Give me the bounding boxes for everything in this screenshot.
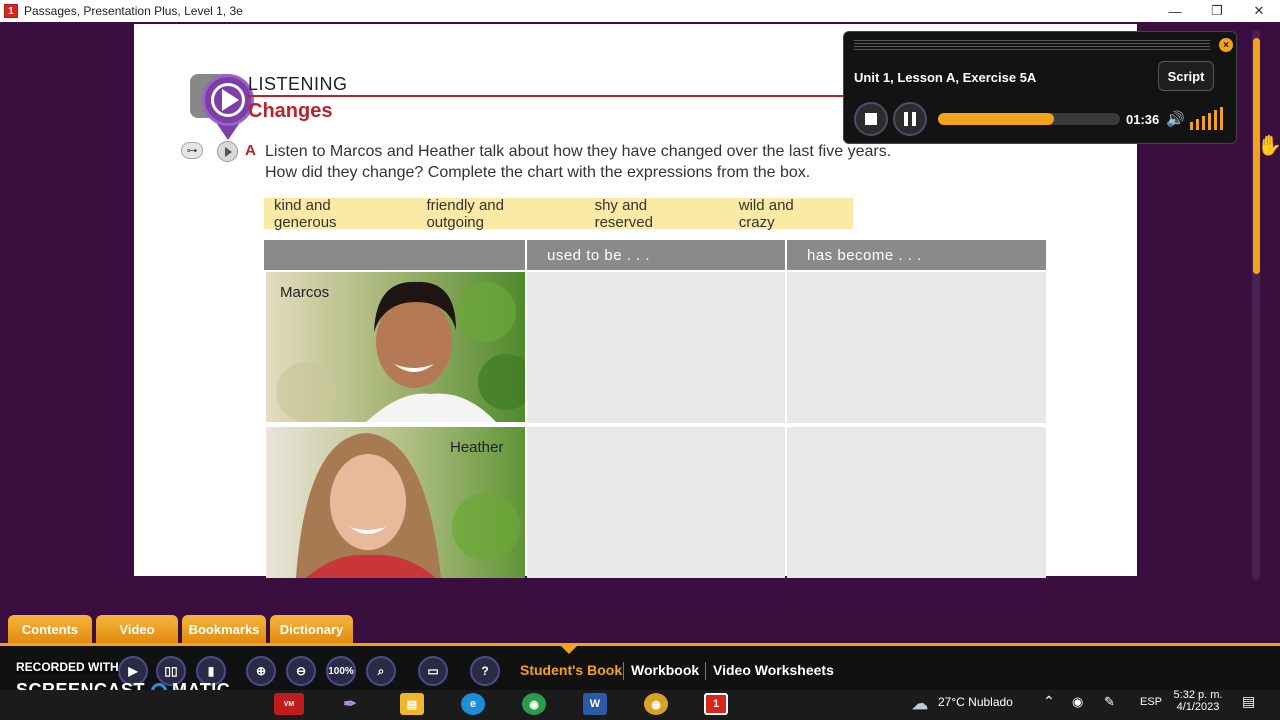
play-ring <box>211 83 245 117</box>
toolbox-icon[interactable]: ▭ <box>418 656 448 686</box>
chrome-icon[interactable]: ◉ <box>522 693 546 715</box>
marcos-used-to-be-cell[interactable] <box>527 272 785 423</box>
play-icon <box>225 146 232 157</box>
word-box-item: kind and generous <box>274 196 337 231</box>
volume-bar <box>1220 107 1223 130</box>
volume-bar <box>1190 122 1193 130</box>
workbook-link[interactable]: Workbook <box>631 662 699 678</box>
volume-bar <box>1202 116 1205 130</box>
word-box-item: friendly and outgoing <box>426 196 504 231</box>
marcos-has-become-cell[interactable] <box>787 272 1046 423</box>
students-book-link[interactable]: Student's Book <box>520 662 622 678</box>
stop-icon <box>865 113 877 125</box>
clock-date: 4/1/2023 <box>1176 701 1220 713</box>
file-explorer-icon[interactable]: ▤ <box>400 693 424 715</box>
notifications-icon[interactable]: ▤ <box>1242 693 1255 710</box>
script-button[interactable]: Script <box>1158 61 1214 91</box>
window-title: Passages, Presentation Plus, Level 1, 3e <box>24 4 243 18</box>
audio-time: 01:36 <box>1126 112 1160 127</box>
section-label: LISTENING <box>248 74 348 94</box>
table-header-blank <box>264 240 525 270</box>
heather-used-to-be-cell[interactable] <box>527 427 785 578</box>
pause-button[interactable] <box>893 102 927 136</box>
weather-cloud-icon[interactable]: ☁ <box>908 693 932 715</box>
presentation-plus-icon[interactable]: 1 <box>704 693 728 715</box>
player-track-title: Unit 1, Lesson A, Exercise 5A <box>854 70 1037 85</box>
volume-icon[interactable]: 🔊 <box>1166 110 1185 128</box>
table-header-has-become: has become . . . <box>787 240 1046 270</box>
row-name-heather: Heather <box>450 439 504 456</box>
record-tray-icon[interactable]: ◉ <box>1072 694 1083 710</box>
zoom-level-button[interactable]: 100% <box>326 656 356 686</box>
window-titlebar: 1 Passages, Presentation Plus, Level 1, … <box>0 0 1280 22</box>
language-indicator[interactable]: ESP <box>1140 696 1162 708</box>
heather-has-become-cell[interactable] <box>787 427 1046 578</box>
book-separator <box>705 662 706 680</box>
exercise-letter: A <box>245 142 256 159</box>
tray-chevron-icon[interactable]: ⌃ <box>1043 693 1055 710</box>
audio-progress-fill <box>938 113 1054 125</box>
zoom-out-icon[interactable]: ⊖ <box>286 656 316 686</box>
audio-play-pin-button[interactable] <box>202 74 254 126</box>
exercise-audio-button[interactable] <box>217 141 238 162</box>
feather-app-icon[interactable]: ✒ <box>338 693 362 715</box>
word-box-item: shy and reserved <box>594 196 653 231</box>
tab-bookmarks[interactable]: Bookmarks <box>182 615 266 644</box>
player-drag-handle[interactable] <box>854 40 1210 50</box>
clock-time: 5:32 p. m. <box>1173 689 1223 701</box>
pen-tray-icon[interactable]: ✎ <box>1104 694 1115 710</box>
volume-bar <box>1214 110 1217 130</box>
video-worksheets-link[interactable]: Video Worksheets <box>713 662 834 678</box>
word-box-item: wild and crazy <box>738 196 794 231</box>
book-selector-notch <box>560 645 578 654</box>
minimize-button[interactable]: — <box>1154 0 1196 22</box>
restore-button[interactable]: ❐ <box>1196 0 1238 22</box>
help-button[interactable]: ? <box>470 656 500 686</box>
edge-browser-icon[interactable]: e <box>461 693 485 715</box>
audio-player: × Unit 1, Lesson A, Exercise 5A Script 0… <box>843 31 1237 144</box>
chrome-profile-icon[interactable]: ◉ <box>644 693 668 715</box>
answer-key-icon[interactable]: ⊶ <box>181 142 203 159</box>
volume-level-bars[interactable] <box>1190 106 1226 130</box>
zoom-in-icon[interactable]: ⊕ <box>246 656 276 686</box>
book-separator <box>623 662 624 680</box>
stop-button[interactable] <box>854 102 888 136</box>
volume-bar <box>1208 113 1211 130</box>
close-button[interactable]: ✕ <box>1238 0 1280 22</box>
weather-text[interactable]: 27°C Nublado <box>938 695 1013 709</box>
pause-icon <box>904 112 916 126</box>
instruction-line: Listen to Marcos and Heather talk about … <box>265 143 892 160</box>
heather-photo: Heather <box>266 427 525 578</box>
section-divider <box>248 95 848 97</box>
tab-dictionary[interactable]: Dictionary <box>270 615 353 644</box>
clock[interactable]: 5:32 p. m. 4/1/2023 <box>1173 689 1223 713</box>
row-name-marcos: Marcos <box>280 284 330 301</box>
exercise-instructions: Listen to Marcos and Heather talk about … <box>265 141 985 183</box>
player-close-icon[interactable]: × <box>1219 38 1233 52</box>
volume-bar <box>1196 119 1199 130</box>
word-box: kind and generous friendly and outgoing … <box>264 196 853 231</box>
zoom-fit-icon[interactable]: ⌕ <box>366 656 396 686</box>
tab-contents[interactable]: Contents <box>8 615 92 644</box>
tab-video[interactable]: Video <box>96 615 178 644</box>
section-title: Changes <box>248 100 333 122</box>
recorded-with-label: RECORDED WITH <box>16 660 119 674</box>
marcos-photo: Marcos <box>266 272 525 422</box>
table-header-used-to-be: used to be . . . <box>527 240 785 270</box>
instruction-line: How did they change? Complete the chart … <box>265 164 811 181</box>
mouse-cursor-icon: ✋ <box>1257 135 1280 157</box>
voicemeeter-icon[interactable]: VM <box>274 693 304 715</box>
word-icon[interactable]: W <box>583 693 607 715</box>
windows-taskbar <box>0 690 1280 720</box>
app-icon: 1 <box>4 4 18 18</box>
